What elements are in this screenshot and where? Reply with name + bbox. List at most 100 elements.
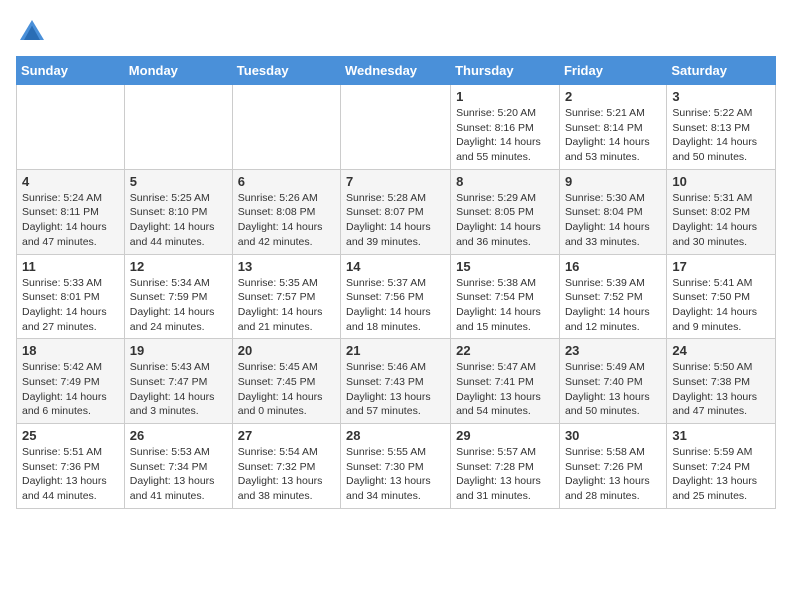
calendar-cell [232,85,340,170]
sunrise: Sunrise: 5:38 AM [456,277,536,289]
daylight: Daylight: 13 hours and 54 minutes. [456,391,541,418]
sunrise: Sunrise: 5:25 AM [130,192,210,204]
cell-content: Sunrise: 5:53 AM Sunset: 7:34 PM Daylight:… [130,445,227,504]
header-tuesday: Tuesday [232,57,340,85]
cell-content: Sunrise: 5:57 AMSunset: 7:28 PMDaylight:… [456,445,554,504]
daylight: Daylight: 13 hours and 41 minutes. [130,475,215,502]
sunset: Sunset: 7:57 PM [238,291,316,303]
sunset: Sunset: 8:07 PM [346,206,424,218]
calendar-cell: 3Sunrise: 5:22 AMSunset: 8:13 PMDaylight… [667,85,776,170]
daylight: Daylight: 13 hours and 31 minutes. [456,475,541,502]
calendar-cell: 19Sunrise: 5:43 AMSunset: 7:47 PMDayligh… [124,339,232,424]
cell-content: Sunrise: 5:58 AMSunset: 7:26 PMDaylight:… [565,445,661,504]
sunrise: Sunrise: 5:59 AM [672,446,752,458]
cell-content: Sunrise: 5:46 AMSunset: 7:43 PMDaylight:… [346,360,445,419]
cell-content: Sunrise: 5:55 AMSunset: 7:30 PMDaylight:… [346,445,445,504]
logo [16,16,52,48]
day-number: 31 [672,428,770,443]
daylight: Daylight: 13 hours and 47 minutes. [672,391,757,418]
daylight: Daylight: 13 hours and 57 minutes. [346,391,431,418]
cell-content: Sunrise: 5:33 AMSunset: 8:01 PMDaylight:… [22,276,119,335]
sunrise: Sunrise: 5:53 AM [130,446,210,458]
day-number: 5 [130,174,227,189]
calendar-table: SundayMondayTuesdayWednesdayThursdayFrid… [16,56,776,509]
calendar-cell: 1Sunrise: 5:20 AMSunset: 8:16 PMDaylight… [451,85,560,170]
daylight: Daylight: 14 hours and 21 minutes. [238,306,323,333]
cell-content: Sunrise: 5:30 AMSunset: 8:04 PMDaylight:… [565,191,661,250]
calendar-cell: 20Sunrise: 5:45 AMSunset: 7:45 PMDayligh… [232,339,340,424]
calendar-cell: 11 Sunrise: 5:33 AMSunset: 8:01 PMDayligh… [17,254,125,339]
day-number: 1 [456,89,554,104]
calendar-cell [17,85,125,170]
cell-content: Sunrise: 5:50 AM Sunset: 7:38 PM Daylight:… [672,360,770,419]
cell-content: Sunrise: 5:31 AMSunset: 8:02 PMDaylight:… [672,191,770,250]
sunrise: Sunrise: 5:42 AM [22,361,102,373]
calendar-cell: 31Sunrise: 5:59 AMSunset: 7:24 PMDayligh… [667,424,776,509]
day-number: 15 [456,259,554,274]
sunset: Sunset: 7:45 PM [238,376,316,388]
cell-content: Sunrise: 5:38 AMSunset: 7:54 PMDaylight:… [456,276,554,335]
calendar-cell: 9Sunrise: 5:30 AMSunset: 8:04 PMDaylight… [559,169,666,254]
sunset: Sunset: 7:30 PM [346,461,424,473]
cell-content: Sunrise: 5:39 AMSunset: 7:52 PMDaylight:… [565,276,661,335]
sunrise: Sunrise: 5:37 AM [346,277,426,289]
daylight: Daylight: 13 hours and 28 minutes. [565,475,650,502]
calendar-cell: 15 Sunrise: 5:38 AMSunset: 7:54 PMDayligh… [451,254,560,339]
sunset: Sunset: 7:24 PM [672,461,750,473]
sunset: Sunset: 7:59 PM [130,291,208,303]
day-number: 16 [565,259,661,274]
sunset: Sunset: 7:36 PM [22,461,100,473]
sunset: Sunset: 8:08 PM [238,206,316,218]
calendar-cell [124,85,232,170]
sunset: Sunset: 7:26 PM [565,461,643,473]
header-sunday: Sunday [17,57,125,85]
day-number: 26 [130,428,227,443]
calendar-cell: 27Sunrise: 5:54 AMSunset: 7:32 PMDayligh… [232,424,340,509]
calendar-cell: 30Sunrise: 5:58 AMSunset: 7:26 PMDayligh… [559,424,666,509]
header-wednesday: Wednesday [341,57,451,85]
sunrise: Sunrise: 5:26 AM [238,192,318,204]
cell-content: Sunrise: 5:42 AMSunset: 7:49 PMDaylight:… [22,360,119,419]
day-number: 25 [22,428,119,443]
sunset: Sunset: 8:10 PM [130,206,208,218]
daylight: Daylight: 14 hours and 53 minutes. [565,136,650,163]
calendar-cell: 25Sunrise: 5:51 AMSunset: 7:36 PMDayligh… [17,424,125,509]
sunset: Sunset: 7:50 PM [672,291,750,303]
calendar-cell: 29Sunrise: 5:57 AMSunset: 7:28 PMDayligh… [451,424,560,509]
sunset: Sunset: 7:34 PM [130,461,208,473]
header-friday: Friday [559,57,666,85]
sunrise: Sunrise: 5:45 AM [238,361,318,373]
sunrise: Sunrise: 5:20 AM [456,107,536,119]
header-monday: Monday [124,57,232,85]
calendar-cell: 2Sunrise: 5:21 AMSunset: 8:14 PMDaylight… [559,85,666,170]
sunset: Sunset: 8:16 PM [456,122,534,134]
sunrise: Sunrise: 5:50 AM [672,361,752,373]
daylight: Daylight: 14 hours and 47 minutes. [22,221,107,248]
day-number: 14 [346,259,445,274]
sunrise: Sunrise: 5:24 AM [22,192,102,204]
day-number: 21 [346,343,445,358]
calendar-cell: 17Sunrise: 5:41 AMSunset: 7:50 PMDayligh… [667,254,776,339]
sunrise: Sunrise: 5:54 AM [238,446,318,458]
calendar-cell: 21 Sunrise: 5:46 AMSunset: 7:43 PMDayligh… [341,339,451,424]
sunrise: Sunrise: 5:55 AM [346,446,426,458]
day-number: 11 [22,259,119,274]
day-number: 18 [22,343,119,358]
sunrise: Sunrise: 5:21 AM [565,107,645,119]
day-number: 10 [672,174,770,189]
cell-content: Sunrise: 5:54 AMSunset: 7:32 PMDaylight:… [238,445,335,504]
calendar-cell: 8Sunrise: 5:29 AMSunset: 8:05 PMDaylight… [451,169,560,254]
cell-content: Sunrise: 5:47 AMSunset: 7:41 PMDaylight:… [456,360,554,419]
calendar-cell: 14 Sunrise: 5:37 AMSunset: 7:56 PMDayligh… [341,254,451,339]
sunset: Sunset: 7:49 PM [22,376,100,388]
day-number: 23 [565,343,661,358]
day-number: 6 [238,174,335,189]
sunset: Sunset: 8:14 PM [565,122,643,134]
sunset: Sunset: 7:38 PM [672,376,750,388]
cell-content: Sunrise: 5:29 AMSunset: 8:05 PMDaylight:… [456,191,554,250]
sunrise: Sunrise: 5:51 AM [22,446,102,458]
cell-content: Sunrise: 5:37 AMSunset: 7:56 PMDaylight:… [346,276,445,335]
day-number: 19 [130,343,227,358]
calendar-cell: 23Sunrise: 5:49 AMSunset: 7:40 PMDayligh… [559,339,666,424]
calendar-cell: 26 Sunrise: 5:53 AM Sunset: 7:34 PM Dayligh… [124,424,232,509]
